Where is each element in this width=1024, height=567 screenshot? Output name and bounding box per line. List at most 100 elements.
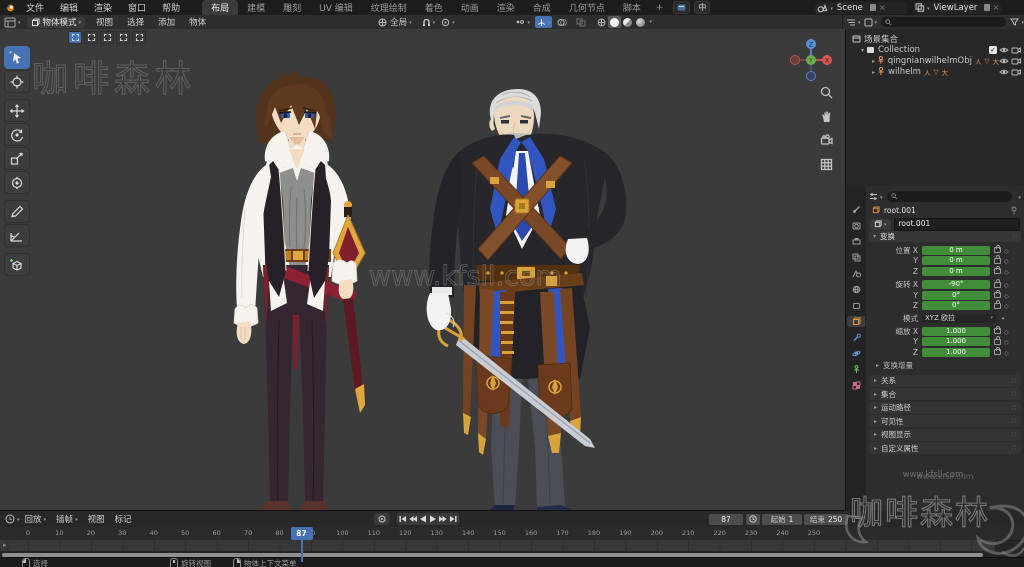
viewport-menu[interactable]: 视图 [89,16,120,28]
tab-output[interactable] [847,236,865,247]
transform-tool[interactable] [4,171,30,194]
value-field[interactable]: 1.000 [922,326,990,336]
keyframe-icon[interactable] [1001,267,1009,276]
rotation-mode-dropdown[interactable]: XYZ 欧拉 [922,314,996,323]
tab-texture[interactable] [847,380,865,391]
camera-icon[interactable] [1011,68,1021,76]
viewport-menu[interactable]: 添加 [151,16,182,28]
workspace-tab[interactable]: 雕刻 [274,0,310,16]
properties-section-header[interactable]: 视图显示 [869,428,1021,441]
move-tool[interactable] [4,99,30,122]
eye-icon[interactable] [999,46,1009,54]
character-young-swordsman[interactable] [213,69,375,510]
tab-collection[interactable] [847,300,865,311]
workspace-tab[interactable]: 动画 [452,0,488,16]
workspace-tab[interactable]: 布局 [202,0,239,16]
viewlayer-selector[interactable]: ViewLayer [913,1,1002,14]
remove-viewlayer-icon[interactable] [990,3,1000,13]
lock-icon[interactable] [994,300,1001,309]
eye-icon[interactable] [999,68,1009,76]
character-wilhelm[interactable] [418,87,670,510]
timeline-channels[interactable]: ▸ [0,540,995,551]
value-field[interactable]: -90° [922,280,990,290]
outliner-editor-icon[interactable] [846,18,856,27]
tab-object[interactable] [847,316,865,327]
frame-start-field[interactable]: 起始 1 [762,513,802,525]
unlink-scene-icon[interactable] [876,3,886,13]
outliner-row-collection[interactable]: Collection ✓ [846,44,1024,55]
properties-section-header[interactable]: 关系 [869,374,1021,387]
current-frame-field[interactable]: 87 [709,513,743,525]
funnel-icon[interactable] [1010,18,1020,26]
add-workspace-button[interactable]: + [650,3,670,13]
auto-key-button[interactable] [374,513,390,525]
viewport-menu[interactable]: 选择 [120,16,151,28]
tab-world[interactable] [847,284,865,295]
value-field[interactable]: 0 m [922,256,990,266]
outliner-row-scene-collection[interactable]: 场景集合 [846,33,1024,45]
pan-hand-icon[interactable] [820,108,833,127]
value-field[interactable]: 1.000 [922,347,990,357]
prev-keyframe-button[interactable] [408,514,418,524]
viewlayer-name[interactable]: ViewLayer [930,3,982,13]
properties-section-header[interactable]: 自定义属性 [869,442,1021,454]
shading-rendered-button[interactable] [634,16,647,28]
annotate-tool[interactable] [4,200,30,223]
keyframe-icon[interactable] [1001,291,1009,300]
outliner-row-qingnianwilhelm[interactable]: qingnianwilhelmObj 人 ▽ 大 [846,55,1024,66]
lock-icon[interactable] [994,289,1001,299]
navigation-gizmo[interactable]: Z X Y [787,37,835,85]
value-field[interactable]: 0° [922,290,990,300]
properties-filter-dropdown[interactable] [1016,192,1021,201]
next-keyframe-button[interactable] [438,514,448,524]
editor-type-icon[interactable] [4,17,16,28]
tab-constraints[interactable] [847,332,865,343]
viewport-3d[interactable]: 咖啡森林 www.kfsll.com Z X Y [0,29,845,510]
topbar-menu[interactable]: 渲染 [86,1,120,14]
pin-icon[interactable] [1010,206,1018,215]
object-visibility-dropdown[interactable] [515,17,530,27]
lock-icon[interactable] [994,255,1001,264]
shading-wireframe-button[interactable] [595,16,608,28]
topbar-menu[interactable]: 帮助 [154,1,188,14]
channel-expand-icon[interactable]: ▸ [3,541,7,549]
scene-selector[interactable]: Scene [815,1,908,14]
value-field[interactable]: 1.000 [922,337,990,347]
properties-section-header[interactable]: 集合 [869,388,1021,400]
playhead[interactable]: 87 [290,527,313,540]
shading-dropdown[interactable] [647,16,652,28]
properties-search-input[interactable] [886,190,1013,202]
add-cube-tool[interactable] [4,253,30,276]
select-box-tool[interactable] [4,46,30,69]
timeline-menu[interactable]: 视图 [83,513,110,525]
select-mode-invert[interactable] [116,31,130,44]
tab-physics[interactable] [847,348,865,359]
workspace-tab[interactable]: 着色 [416,0,452,16]
object-id-icon[interactable] [870,218,891,230]
scene-name[interactable]: Scene [833,3,867,13]
keyframe-icon[interactable] [1001,348,1009,357]
workspace-tab[interactable]: UV 编辑 [310,0,362,16]
workspace-tab[interactable]: 渲染 [488,0,524,16]
shading-material-button[interactable] [621,16,634,28]
viewport-menu[interactable]: 物体 [182,16,213,28]
jump-to-end-button[interactable] [448,514,458,524]
timeline-menu[interactable]: 插帧 [51,513,83,525]
tab-object-data[interactable] [847,364,865,375]
transform-panel-header[interactable]: 变换 [869,231,1021,242]
gizmo-toggle[interactable] [534,16,553,28]
tab-tool[interactable] [847,204,865,215]
properties-section-header[interactable]: 运动路径 [869,401,1021,414]
tab-view-layer[interactable] [847,252,865,263]
cursor-tool[interactable] [4,70,30,93]
keyframe-icon[interactable] [1001,246,1009,255]
keyframe-icon[interactable] [1001,301,1009,310]
lock-icon[interactable] [994,265,1001,275]
tab-scene[interactable] [847,268,865,279]
checkbox-icon[interactable]: ✓ [989,45,997,54]
select-mode-extend[interactable] [84,31,98,44]
lock-icon[interactable] [994,346,1001,356]
display-mode-icon[interactable] [864,18,873,27]
topbar-menu[interactable]: 文件 [18,1,52,14]
proportional-edit-toggle[interactable] [441,17,455,27]
